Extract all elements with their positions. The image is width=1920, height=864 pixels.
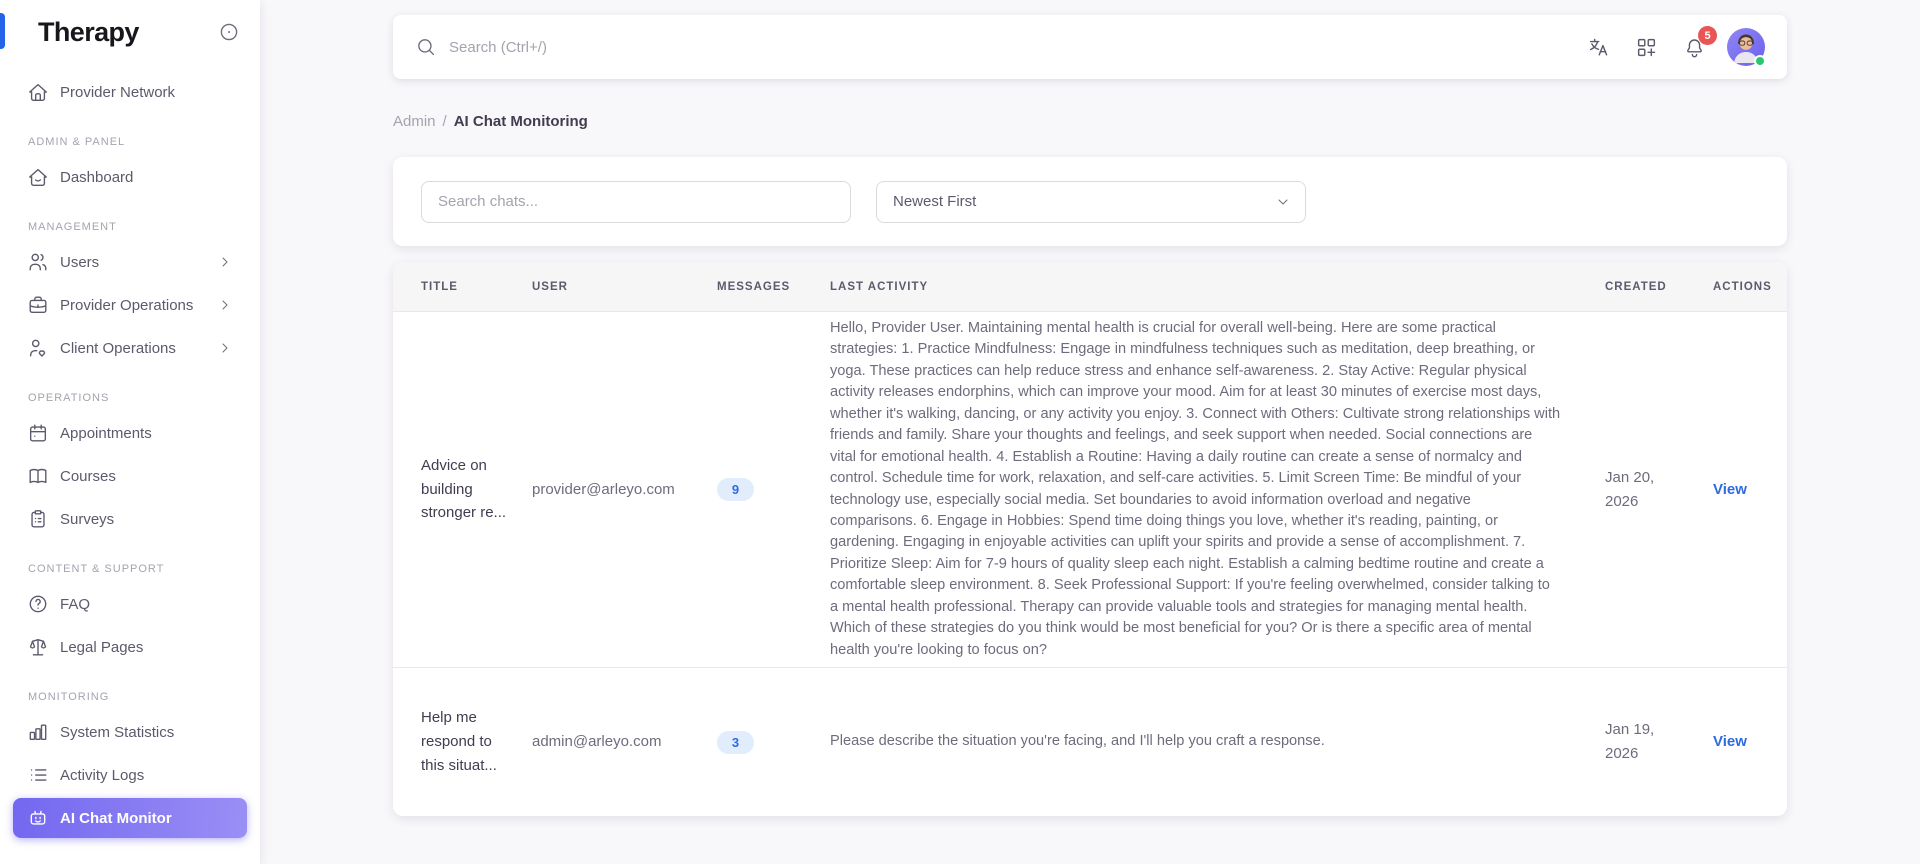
- sidebar-item-label: Provider Operations: [60, 296, 194, 314]
- sidebar-item-label: Provider Network: [60, 83, 176, 101]
- main-area: 5 Admin / AI Chat Monitoring: [260, 0, 1920, 864]
- chevron-down-icon: [1278, 199, 1288, 204]
- circle-dot-icon: [220, 23, 238, 41]
- scales-icon: [29, 638, 47, 656]
- sort-select-value: Newest First: [893, 193, 977, 210]
- sidebar-item-label: FAQ: [60, 595, 91, 613]
- column-header-user: USER: [532, 280, 568, 293]
- sidebar-item-label: Dashboard: [60, 168, 134, 186]
- list-icon: [30, 769, 47, 781]
- sidebar-section-management: MANAGEMENT: [28, 221, 117, 233]
- sidebar-logo-row: Therapy: [0, 0, 260, 64]
- global-search-input[interactable]: [449, 38, 869, 56]
- messages-count-badge: 9: [717, 478, 754, 501]
- sidebar-section-content-support: CONTENT & SUPPORT: [28, 563, 165, 575]
- grid-plus-icon: [1637, 38, 1655, 56]
- sidebar: Therapy Provider Network ADMIN & PANEL D…: [0, 0, 260, 864]
- breadcrumb-separator: /: [442, 113, 447, 130]
- breadcrumb-parent[interactable]: Admin: [393, 113, 436, 130]
- sidebar-item-surveys[interactable]: Surveys: [13, 499, 247, 539]
- sidebar-section-operations: OPERATIONS: [28, 392, 110, 404]
- sidebar-item-label: Legal Pages: [60, 638, 144, 656]
- navbar-actions: 5: [1579, 26, 1766, 67]
- language-icon: [1589, 38, 1607, 56]
- sidebar-nav: Provider Network ADMIN & PANEL Dashboard…: [0, 64, 260, 838]
- clipboard-icon: [31, 510, 45, 528]
- top-navbar: 5: [393, 15, 1787, 79]
- sidebar-item-label: System Statistics: [60, 723, 175, 741]
- created-date: Jan 20, 2026: [1605, 468, 1655, 510]
- chat-user-email: provider@arleyo.com: [532, 480, 675, 498]
- sidebar-section-admin-panel: ADMIN & PANEL: [28, 136, 126, 148]
- user-heart-icon: [29, 339, 46, 357]
- sidebar-item-label: Activity Logs: [60, 766, 145, 784]
- sidebar-section-monitoring: MONITORING: [28, 691, 110, 703]
- chats-table-card: TITLE USER MESSAGES LAST ACTIVITY CREATE…: [393, 262, 1787, 816]
- sidebar-item-label: AI Chat Monitor: [60, 809, 172, 827]
- bar-chart-icon: [29, 724, 47, 741]
- created-date: Jan 19, 2026: [1605, 721, 1655, 762]
- briefcase-icon: [29, 296, 47, 314]
- sidebar-item-provider-operations[interactable]: Provider Operations: [13, 285, 247, 325]
- chevron-right-icon: [222, 300, 228, 310]
- help-circle-icon: [29, 595, 47, 613]
- table-row: Help me respond to this situat... admin@…: [393, 668, 1787, 816]
- home-icon: [29, 83, 47, 101]
- sidebar-item-faq[interactable]: FAQ: [13, 584, 247, 624]
- sidebar-item-label: Users: [60, 253, 100, 271]
- online-status-dot: [1754, 55, 1766, 67]
- column-header-messages: MESSAGES: [717, 280, 791, 293]
- sort-select[interactable]: Newest First: [876, 180, 1306, 223]
- robot-icon: [30, 810, 46, 825]
- sidebar-item-legal-pages[interactable]: Legal Pages: [13, 627, 247, 667]
- chevron-right-icon: [222, 257, 228, 267]
- chat-user-email: admin@arleyo.com: [532, 733, 662, 750]
- sidebar-pin-toggle[interactable]: [218, 21, 240, 43]
- calendar-icon: [29, 424, 47, 442]
- logo-accent-bar: [0, 13, 5, 49]
- sidebar-item-label: Appointments: [60, 424, 152, 442]
- sidebar-item-ai-chat-monitor[interactable]: AI Chat Monitor: [13, 798, 247, 838]
- sidebar-item-provider-network[interactable]: Provider Network: [13, 72, 247, 112]
- sidebar-item-users[interactable]: Users: [13, 242, 247, 282]
- app-logo: Therapy: [38, 16, 139, 47]
- sidebar-item-label: Surveys: [60, 510, 115, 528]
- book-icon: [29, 468, 47, 484]
- notifications-button[interactable]: 5: [1675, 26, 1717, 66]
- sidebar-item-label: Client Operations: [60, 339, 176, 357]
- sidebar-item-activity-logs[interactable]: Activity Logs: [13, 755, 247, 795]
- messages-count-badge: 3: [717, 730, 754, 754]
- sidebar-item-courses[interactable]: Courses: [13, 456, 247, 496]
- chat-search-input[interactable]: [421, 180, 851, 223]
- language-button[interactable]: [1579, 28, 1617, 66]
- view-chat-link[interactable]: View: [1713, 733, 1747, 750]
- column-header-created: CREATED: [1605, 280, 1667, 293]
- search-icon: [418, 39, 435, 56]
- table-header-row: TITLE USER MESSAGES LAST ACTIVITY CREATE…: [393, 262, 1787, 312]
- sidebar-item-appointments[interactable]: Appointments: [13, 413, 247, 453]
- last-activity-text: Hello, Provider User. Maintaining mental…: [830, 320, 1561, 658]
- notification-badge: 5: [1698, 26, 1717, 45]
- chat-title: Help me respond to this situat...: [421, 709, 497, 774]
- home-smile-icon: [29, 168, 47, 186]
- chat-title: Advice on building stronger re...: [421, 456, 507, 522]
- last-activity-text: Please describe the situation you're fac…: [830, 733, 1325, 750]
- user-avatar[interactable]: [1727, 28, 1766, 67]
- sidebar-item-client-operations[interactable]: Client Operations: [13, 328, 247, 368]
- breadcrumb: Admin / AI Chat Monitoring: [393, 113, 1787, 130]
- global-search[interactable]: [415, 36, 1579, 58]
- sidebar-item-label: Courses: [60, 467, 116, 485]
- sidebar-item-dashboard[interactable]: Dashboard: [13, 157, 247, 197]
- column-header-last-activity: LAST ACTIVITY: [830, 280, 929, 293]
- table-row: Advice on building stronger re... provid…: [393, 312, 1787, 668]
- column-header-actions: ACTIONS: [1713, 280, 1772, 293]
- sidebar-item-system-statistics[interactable]: System Statistics: [13, 712, 247, 752]
- users-icon: [29, 253, 47, 271]
- filters-card: Newest First: [393, 157, 1787, 246]
- chevron-right-icon: [222, 343, 228, 353]
- column-header-title: TITLE: [421, 280, 458, 293]
- shortcuts-button[interactable]: [1627, 28, 1665, 66]
- view-chat-link[interactable]: View: [1713, 481, 1747, 498]
- page-title: AI Chat Monitoring: [453, 113, 588, 130]
